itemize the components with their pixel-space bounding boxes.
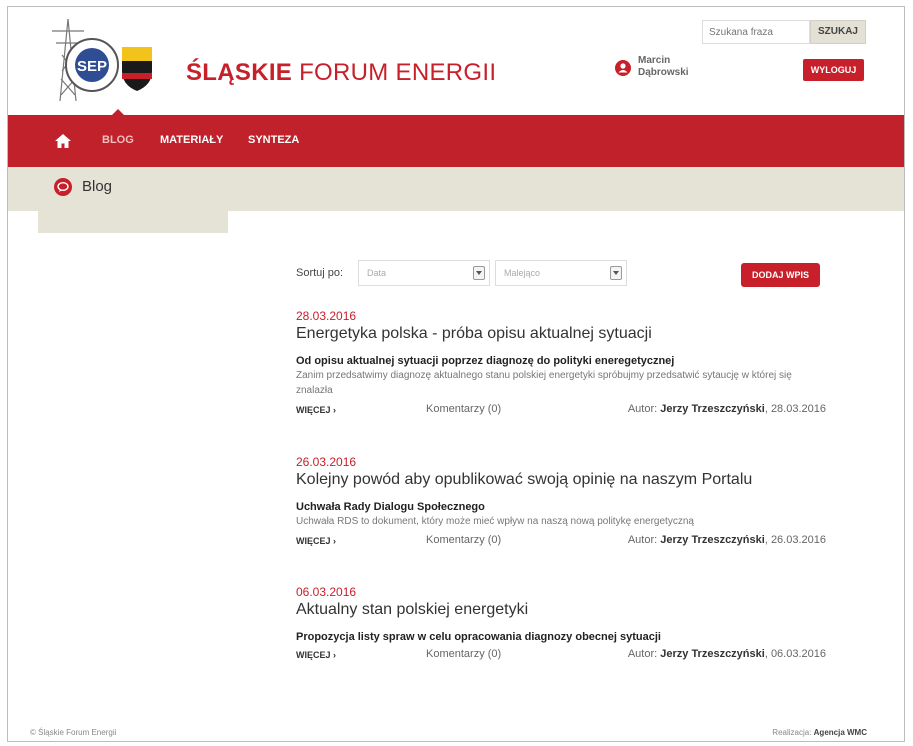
post-meta: WIĘCEJ › Komentarzy (0) Autor: Jerzy Trz… <box>296 648 826 664</box>
post-date: 06.03.2016 <box>296 585 357 599</box>
page-frame: SEP ŚLĄSKIE FORUM ENERGII Marcin Dąbrows… <box>7 6 905 742</box>
search-input[interactable] <box>702 20 810 44</box>
sort-label: Sortuj po: <box>296 267 344 279</box>
comments-link[interactable]: Komentarzy (0) <box>426 648 501 660</box>
post-author: Autor: Jerzy Trzeszczyński, 28.03.2016 <box>627 403 826 415</box>
nav-item-synteza[interactable]: SYNTEZA <box>248 134 299 146</box>
comments-link[interactable]: Komentarzy (0) <box>426 403 501 415</box>
user-icon[interactable] <box>615 60 631 76</box>
user-name[interactable]: Marcin Dąbrowski <box>638 55 689 79</box>
main-nav: BLOG MATERIAŁY SYNTEZA <box>8 115 904 167</box>
post-excerpt: Zanim przedsatwimy diagnozę aktualnego s… <box>296 370 792 396</box>
header: SEP ŚLĄSKIE FORUM ENERGII Marcin Dąbrows… <box>8 7 904 115</box>
post-author: Autor: Jerzy Trzeszczyński, 26.03.2016 <box>627 534 826 546</box>
svg-text:SEP: SEP <box>77 58 107 75</box>
home-icon[interactable] <box>54 133 72 149</box>
post-date: 26.03.2016 <box>296 455 357 469</box>
post-meta: WIĘCEJ › Komentarzy (0) Autor: Jerzy Trz… <box>296 403 826 419</box>
post-meta: WIĘCEJ › Komentarzy (0) Autor: Jerzy Trz… <box>296 534 826 550</box>
blog-post: 06.03.2016 Aktualny stan polskiej energe… <box>296 585 826 664</box>
post-date: 28.03.2016 <box>296 309 357 323</box>
blog-post: 26.03.2016 Kolejny powód aby opublikować… <box>296 455 826 550</box>
active-nav-caret <box>111 109 125 116</box>
post-subtitle: Od opisu aktualnej sytuacji poprzez diag… <box>296 355 675 367</box>
agency-link[interactable]: Agencja WMC <box>814 728 867 737</box>
sort-field-select[interactable]: Data <box>358 260 490 286</box>
breadcrumb-tab <box>38 211 228 233</box>
user-first-name: Marcin <box>638 55 671 66</box>
chevron-down-icon[interactable] <box>610 266 622 280</box>
more-link[interactable]: WIĘCEJ › <box>296 405 336 415</box>
search-button[interactable]: SZUKAJ <box>810 20 866 44</box>
logout-button[interactable]: WYLOGUJ <box>803 59 864 81</box>
blog-post: 28.03.2016 Energetyka polska - próba opi… <box>296 309 826 419</box>
more-link[interactable]: WIĘCEJ › <box>296 650 336 660</box>
site-title[interactable]: ŚLĄSKIE FORUM ENERGII <box>186 59 496 87</box>
nav-item-blog[interactable]: BLOG <box>102 134 134 146</box>
breadcrumb-band <box>8 167 904 211</box>
sfe-logo[interactable]: SEP <box>38 15 158 105</box>
nav-item-materialy[interactable]: MATERIAŁY <box>160 134 223 146</box>
add-post-button[interactable]: DODAJ WPIS <box>741 263 820 287</box>
sort-order-select[interactable]: Malejąco <box>495 260 627 286</box>
post-author: Autor: Jerzy Trzeszczyński, 06.03.2016 <box>627 648 826 660</box>
post-title[interactable]: Kolejny powód aby opublikować swoją opin… <box>296 471 826 489</box>
chevron-down-icon[interactable] <box>473 266 485 280</box>
post-subtitle: Uchwała Rady Dialogu Społecznego <box>296 501 485 513</box>
more-link[interactable]: WIĘCEJ › <box>296 536 336 546</box>
post-excerpt: Uchwała RDS to dokument, który może mieć… <box>296 516 694 527</box>
footer-copyright: © Śląskie Forum Energii <box>30 728 117 737</box>
post-subtitle: Propozycja listy spraw w celu opracowani… <box>296 631 661 643</box>
page-title: Blog <box>82 178 113 195</box>
sort-order-value: Malejąco <box>504 268 541 278</box>
footer-realization: Realizacja: Agencja WMC <box>772 728 867 737</box>
sort-field-value: Data <box>367 268 387 278</box>
user-last-name: Dąbrowski <box>638 67 689 78</box>
speech-bubble-icon <box>54 178 72 196</box>
post-title[interactable]: Aktualny stan polskiej energetyki <box>296 601 826 619</box>
post-title[interactable]: Energetyka polska - próba opisu aktualne… <box>296 325 826 343</box>
comments-link[interactable]: Komentarzy (0) <box>426 534 501 546</box>
